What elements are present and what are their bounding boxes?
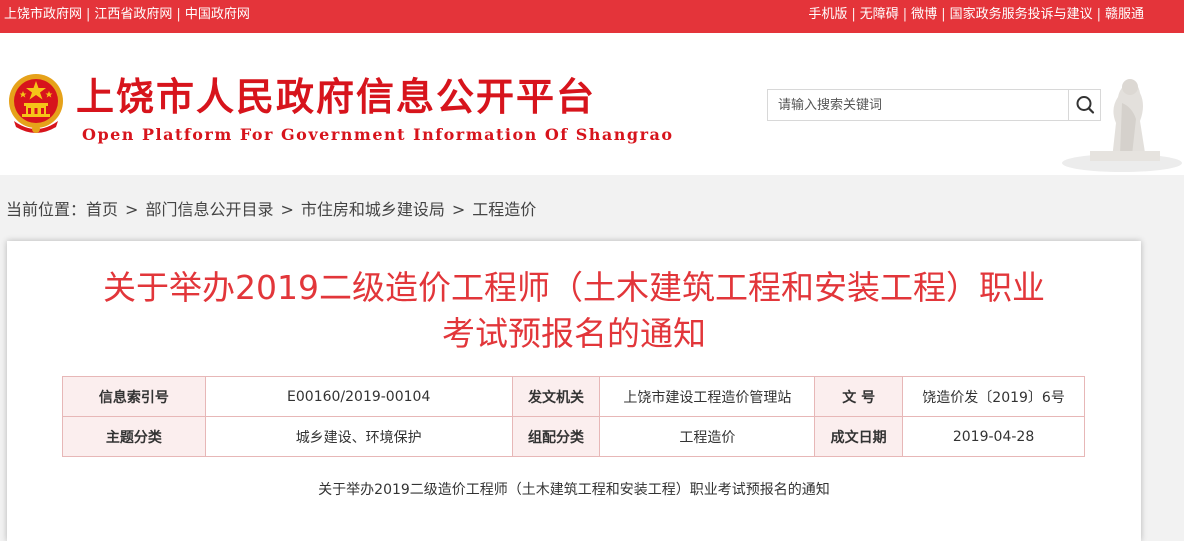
article-title-line2: 考试预报名的通知 [442,314,706,353]
link-jiangxi-gov[interactable]: 江西省政府网 [94,7,172,22]
breadcrumb-separator: > [280,200,294,219]
topic-label: 主题分类 [62,416,206,457]
link-mobile[interactable]: 手机版 [808,7,847,22]
breadcrumb-dept-directory[interactable]: 部门信息公开目录 [145,200,273,219]
breadcrumb-label: 当前位置： [6,200,87,219]
index-value: E00160/2019-00104 [204,376,513,417]
issuer-value: 上饶市建设工程造价管理站 [599,376,816,417]
article-card: 关于举办2019二级造价工程师（土木建筑工程和安装工程）职业 考试预报名的通知 … [7,241,1141,541]
site-title: 上饶市人民政府信息公开平台 [76,75,597,119]
org-category-label: 组配分类 [511,416,601,457]
table-row: 信息索引号 E00160/2019-00104 发文机关 上饶市建设工程造价管理… [62,376,1085,417]
breadcrumb-housing-bureau[interactable]: 市住房和城乡建设局 [301,200,445,219]
breadcrumb-separator: > [451,200,466,219]
statue-decoration [1062,79,1182,172]
topic-value: 城乡建设、环境保护 [204,416,513,457]
search-box [767,89,1101,121]
index-label: 信息索引号 [62,376,206,417]
top-bar-left-links: 上饶市政府网 | 江西省政府网 | 中国政府网 [4,7,250,22]
breadcrumb-separator: > [125,200,139,219]
breadcrumb-engineering-cost[interactable]: 工程造价 [472,200,536,219]
issuer-label: 发文机关 [511,376,601,417]
link-ganfutong[interactable]: 赣服通 [1105,7,1144,22]
top-bar-right-links: 手机版 | 无障碍 | 微博 | 国家政务服务投诉与建议 | 赣服通 [808,7,1144,22]
link-accessibility[interactable]: 无障碍 [860,7,899,22]
search-input[interactable] [768,90,1068,120]
breadcrumb: 当前位置：首页 > 部门信息公开目录 > 市住房和城乡建设局 > 工程造价 [6,199,536,221]
national-emblem-icon [9,74,63,133]
breadcrumb-home[interactable]: 首页 [86,200,118,219]
link-china-gov[interactable]: 中国政府网 [185,7,250,22]
doc-number-value: 饶造价发〔2019〕6号 [902,376,1085,417]
link-complaints[interactable]: 国家政务服务投诉与建议 [950,7,1093,22]
date-label: 成文日期 [814,416,904,457]
article-summary: 关于举办2019二级造价工程师（土木建筑工程和安装工程）职业考试预报名的通知 [318,482,830,498]
date-value: 2019-04-28 [902,416,1085,457]
doc-number-label: 文 号 [814,376,904,417]
article-title-line1: 关于举办2019二级造价工程师（土木建筑工程和安装工程）职业 [103,268,1045,307]
site-subtitle: Open Platform For Government Information… [82,125,674,144]
top-bar: 上饶市政府网 | 江西省政府网 | 中国政府网 手机版 | 无障碍 | 微博 | 国家政务服务投诉与… [0,0,1184,33]
org-category-value: 工程造价 [599,416,816,457]
metadata-table: 信息索引号 E00160/2019-00104 发文机关 上饶市建设工程造价管理… [62,376,1085,457]
link-weibo[interactable]: 微博 [911,7,937,22]
article-title: 关于举办2019二级造价工程师（土木建筑工程和安装工程）职业 考试预报名的通知 [7,265,1141,357]
link-shangrao-gov[interactable]: 上饶市政府网 [4,7,82,22]
site-header: 上饶市人民政府信息公开平台 Open Platform For Governme… [0,33,1184,175]
table-row: 主题分类 城乡建设、环境保护 组配分类 工程造价 成文日期 2019-04-28 [62,416,1085,457]
